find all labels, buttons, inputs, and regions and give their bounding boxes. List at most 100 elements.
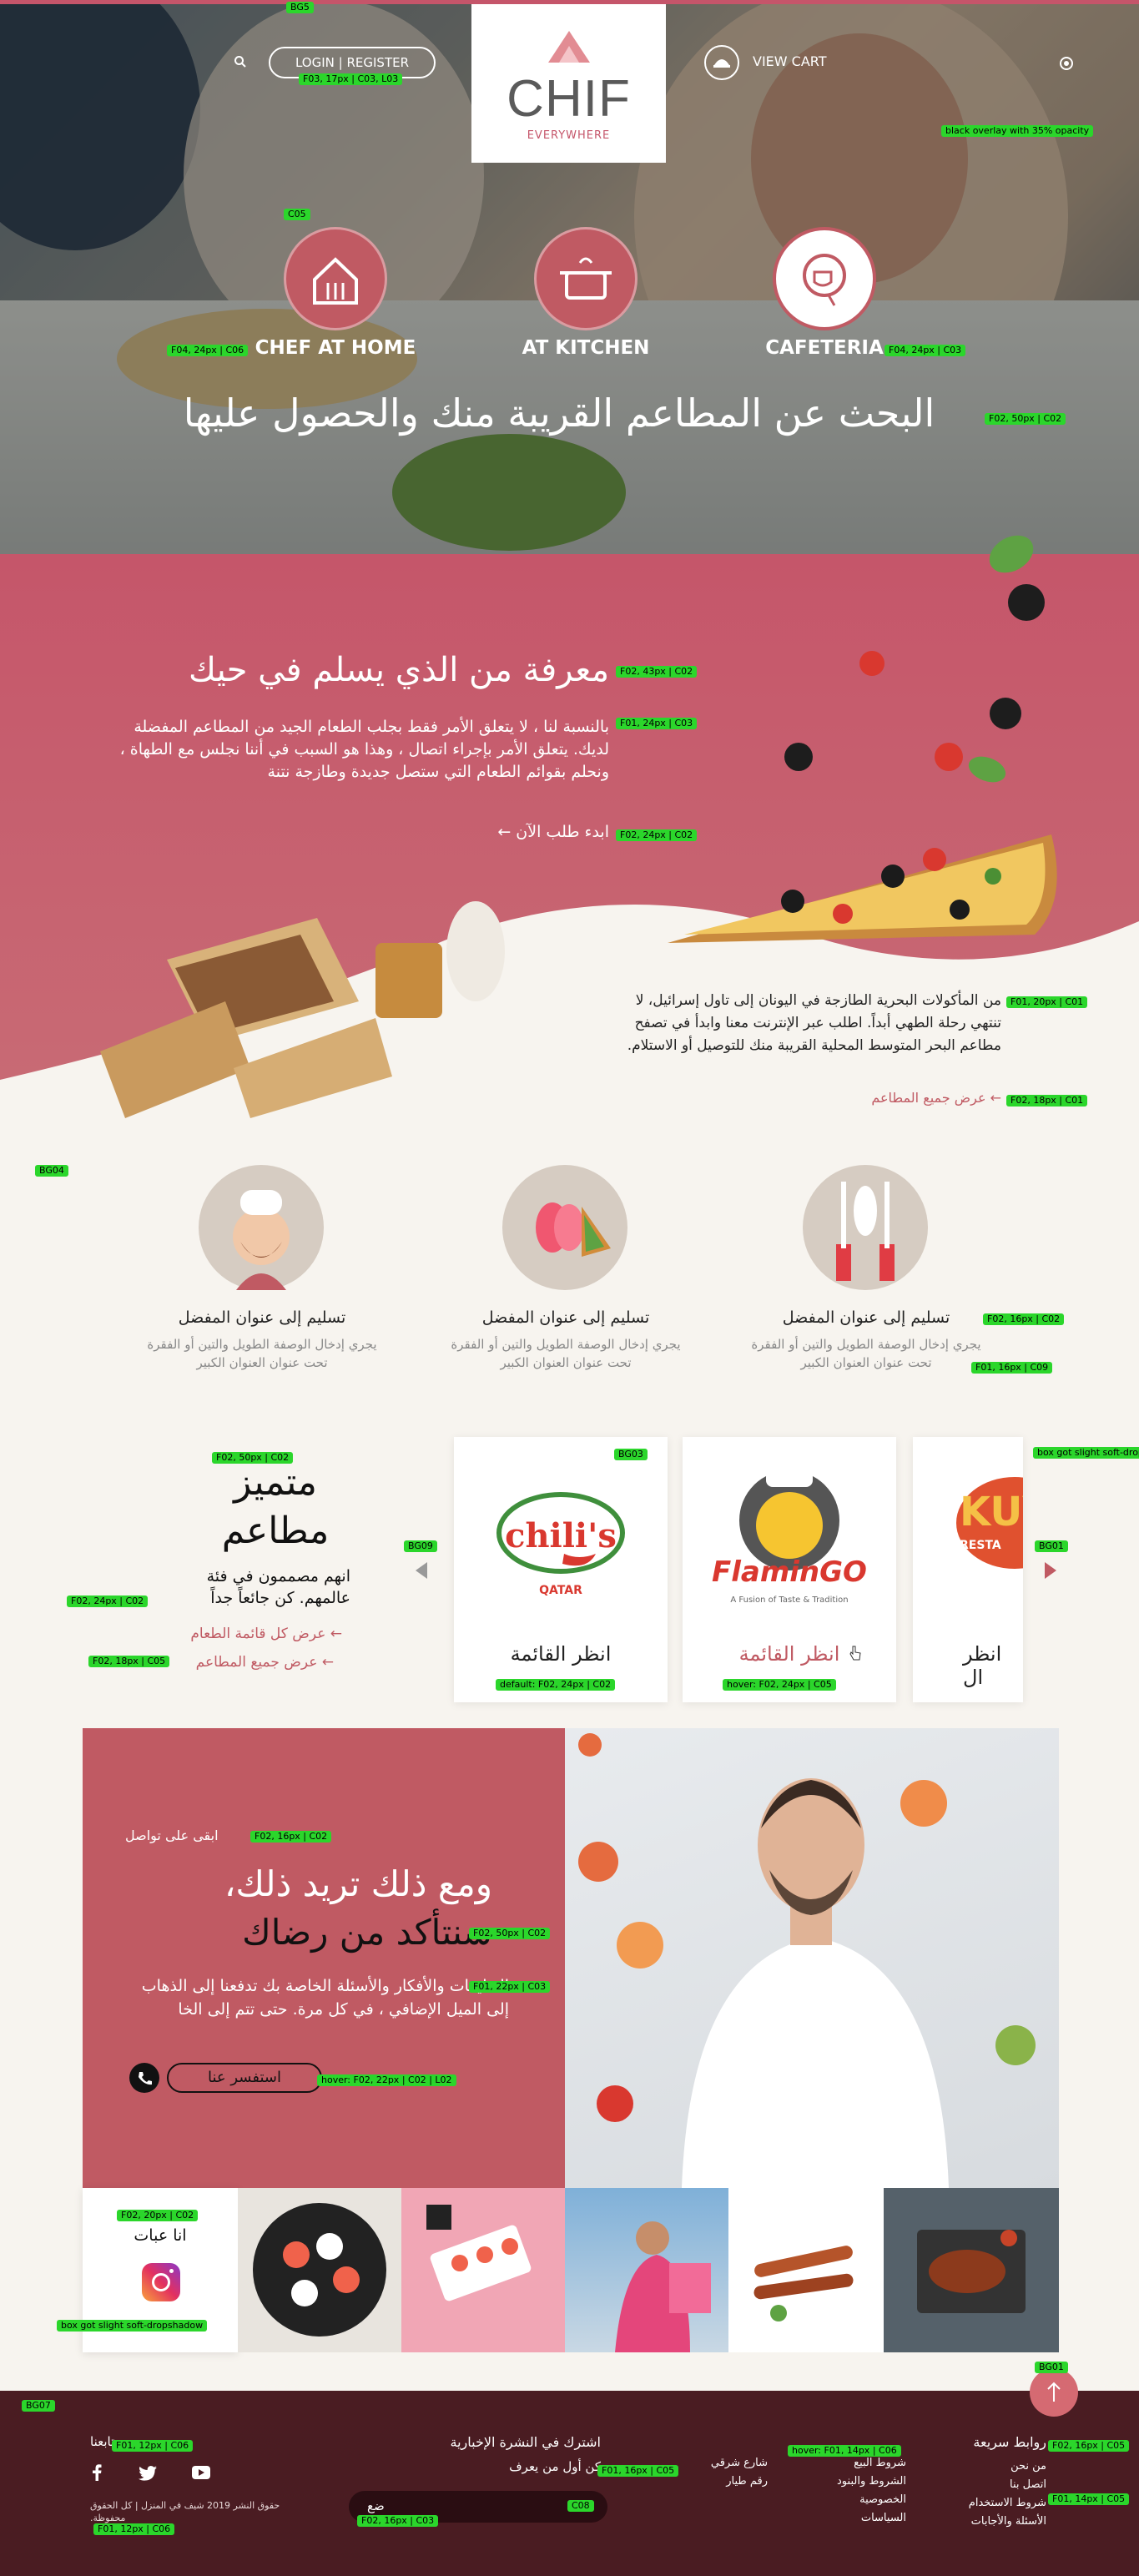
annotation-tag: F01, 16px | C09 — [971, 1362, 1053, 1374]
annotation-tag: F04, 24px | C06 — [167, 345, 249, 356]
annotation-tag: F01, 12px | C06 — [112, 2440, 194, 2452]
annotation-tag: F01, 16px | C05 — [597, 2465, 679, 2477]
chef-avatar-icon — [199, 1165, 324, 1290]
gallery-image-sushi-plate[interactable] — [238, 2188, 401, 2352]
quick-link[interactable]: الأسئلة والأجابات — [926, 2513, 1046, 2531]
quick-link[interactable]: شروط الاستخدام — [926, 2494, 1046, 2513]
gallery-image-courier[interactable] — [565, 2188, 728, 2352]
restaurant-card-partial[interactable]: KUY RESTA انظر ال — [913, 1437, 1023, 1702]
chef-at-home-icon[interactable] — [284, 227, 387, 330]
feature-desc: يجري إدخال الوصفة الطويل والتين أو الفقر… — [751, 1337, 981, 1370]
annotation-tag: F02, 18px | C05 — [88, 1656, 170, 1667]
promo-left-panel — [83, 1728, 565, 2188]
at-kitchen-icon[interactable] — [534, 227, 638, 330]
gallery-image-grill[interactable] — [884, 2188, 1059, 2352]
promo-title-line-2: سنتأكد من رضاك — [242, 1912, 492, 1953]
annotation-tag: BG01 — [1035, 2362, 1068, 2373]
footer-col-2-item[interactable]: رقم طيار — [684, 2473, 768, 2491]
sandwich-icon — [502, 1165, 627, 1290]
carousel-prev-icon[interactable] — [416, 1562, 427, 1579]
annotation-tag: F02, 50px | C02 — [212, 1452, 294, 1464]
quick-link[interactable]: من نحن — [926, 2458, 1046, 2476]
twitter-icon[interactable] — [139, 2466, 157, 2481]
restaurant-card[interactable]: chili's QATAR انظر القائمة — [454, 1437, 668, 1702]
view-menu-link[interactable]: ← عرض كل قائمة الطعام — [134, 1626, 342, 1642]
youtube-icon[interactable] — [192, 2466, 210, 2479]
cafeteria-icon[interactable] — [773, 227, 876, 330]
annotation-tag: BG04 — [35, 1165, 68, 1177]
newsletter-title: اشترك في النشرة الإخبارية — [450, 2434, 602, 2450]
pizza-image — [659, 734, 1076, 951]
annotation-tag: BG03 — [614, 1449, 648, 1460]
view-menu-button-hover[interactable]: انظر القائمة — [683, 1642, 896, 1666]
olive-decoration — [990, 698, 1021, 729]
view-menu-button[interactable]: انظر القائمة — [454, 1642, 668, 1666]
annotation-tag: F03, 17px | C03, L03 — [299, 73, 403, 85]
restaurants-body: انهم مصممون في فئة عالمهم. كن جائعاً جدا… — [206, 1567, 350, 1607]
annotation-tag: F02, 24px | C02 — [616, 829, 698, 841]
restaurant-card[interactable]: FlaminGO A Fusion of Taste & Tradition ا… — [683, 1437, 896, 1702]
annotation-tag: hover: F01, 14px | C06 — [788, 2445, 901, 2457]
annotation-tag: BG01 — [1035, 1540, 1068, 1552]
order-now-link[interactable]: ابدء طلب الآن ← — [359, 823, 609, 841]
contact-us-button[interactable]: استفسر عنا — [167, 2063, 322, 2093]
annotation-tag: F01, 20px | C01 — [1006, 996, 1088, 1008]
annotation-tag: F01, 14px | C05 — [1048, 2493, 1130, 2505]
annotation-tag: BG5 — [286, 2, 314, 13]
annotation-tag: hover: F02, 24px | C05 — [723, 1679, 836, 1691]
feature-desc: يجري إدخال الوصفة الطويل والتين أو الفقر… — [147, 1337, 377, 1370]
search-icon[interactable] — [234, 55, 247, 68]
instagram-icon[interactable] — [142, 2263, 180, 2301]
annotation-tag: box got slight soft-dropshadow — [57, 2320, 208, 2332]
annotation-tag: F02, 50px | C02 — [985, 413, 1066, 425]
facebook-icon[interactable] — [92, 2464, 102, 2481]
site-footer: تابعنا حقوق النشر 2019 شيف في المنزل | ك… — [0, 2391, 1139, 2576]
gallery-image-kebabs[interactable] — [728, 2188, 884, 2352]
contact-promo — [83, 1728, 1059, 2188]
flamingo-tagline: A Fusion of Taste & Tradition — [730, 1596, 849, 1605]
cutlery-icon — [803, 1165, 928, 1290]
cart-icon[interactable] — [704, 45, 739, 80]
phone-icon[interactable] — [129, 2063, 159, 2093]
location-icon[interactable] — [1060, 57, 1073, 70]
feature-title: تسليم إلى عنوان المفضل — [481, 1308, 650, 1327]
annotation-tag: F01, 12px | C06 — [93, 2523, 175, 2535]
category-chef-at-home[interactable]: CHEF AT HOME — [235, 337, 436, 359]
footer-col-3-item[interactable]: الخصوصية — [806, 2491, 906, 2509]
quick-link[interactable]: اتصل بنا — [926, 2476, 1046, 2494]
category-at-kitchen[interactable]: AT KITCHEN — [486, 337, 686, 359]
logo-name: CHIF — [507, 70, 631, 128]
quick-links-title: روابط سريعة — [973, 2434, 1046, 2450]
olive-decoration-2 — [784, 743, 813, 771]
about-body: بالنسبة لنا ، لا يتعلق الأمر فقط بجلب ال… — [119, 718, 609, 781]
view-cart-link[interactable]: VIEW CART — [753, 53, 827, 69]
chilis-logo-sub: QATAR — [539, 1584, 582, 1597]
footer-col-3-item[interactable]: الشروط والبنود — [806, 2473, 906, 2491]
footer-copyright: حقوق النشر 2019 شيف في المنزل | كل الحقو… — [90, 2500, 280, 2523]
view-menu-button-partial[interactable]: انظر ال — [913, 1642, 1023, 1689]
restaurants-title: متميز مطاعم — [221, 1461, 330, 1552]
view-all-restaurants-link[interactable]: ← عرض جميع المطاعم — [751, 1090, 1001, 1106]
footer-col-3-item[interactable]: السياسات — [806, 2509, 906, 2528]
takeout-boxes-image — [83, 876, 517, 1127]
instagram-title: انا عبات — [134, 2226, 187, 2245]
annotation-tag: F02, 16px | C03 — [357, 2515, 439, 2527]
site-logo[interactable]: CHIF EVERYWHERE — [471, 4, 666, 163]
carousel-next-icon[interactable] — [1045, 1562, 1056, 1579]
footer-col-3-item[interactable]: شروط البيع — [806, 2454, 906, 2473]
annotation-tag: C05 — [284, 209, 310, 220]
scroll-to-top-button[interactable] — [1030, 2368, 1078, 2417]
olive-decoration-3 — [1008, 584, 1045, 621]
footer-col-2-item[interactable]: شارع شرقي — [684, 2454, 768, 2473]
hand-cursor-icon — [849, 1646, 861, 1661]
annotation-tag: BG07 — [22, 2400, 55, 2412]
gallery-image-sushi-pink[interactable] — [401, 2188, 565, 2352]
annotation-tag: C08 — [567, 2500, 594, 2512]
chilis-logo: chili's — [505, 1516, 617, 1555]
about-title: معرفة من الذي يسلم في حيك — [188, 651, 609, 689]
logo-subtitle: EVERYWHERE — [527, 129, 611, 142]
promo-photo — [565, 1728, 1059, 2188]
annotation-tag: hover: F02, 22px | C02 | L02 — [317, 2074, 456, 2086]
kuy-logo-sub: RESTA — [960, 1539, 1001, 1552]
annotation-tag: default: F02, 24px | C02 — [496, 1679, 616, 1691]
